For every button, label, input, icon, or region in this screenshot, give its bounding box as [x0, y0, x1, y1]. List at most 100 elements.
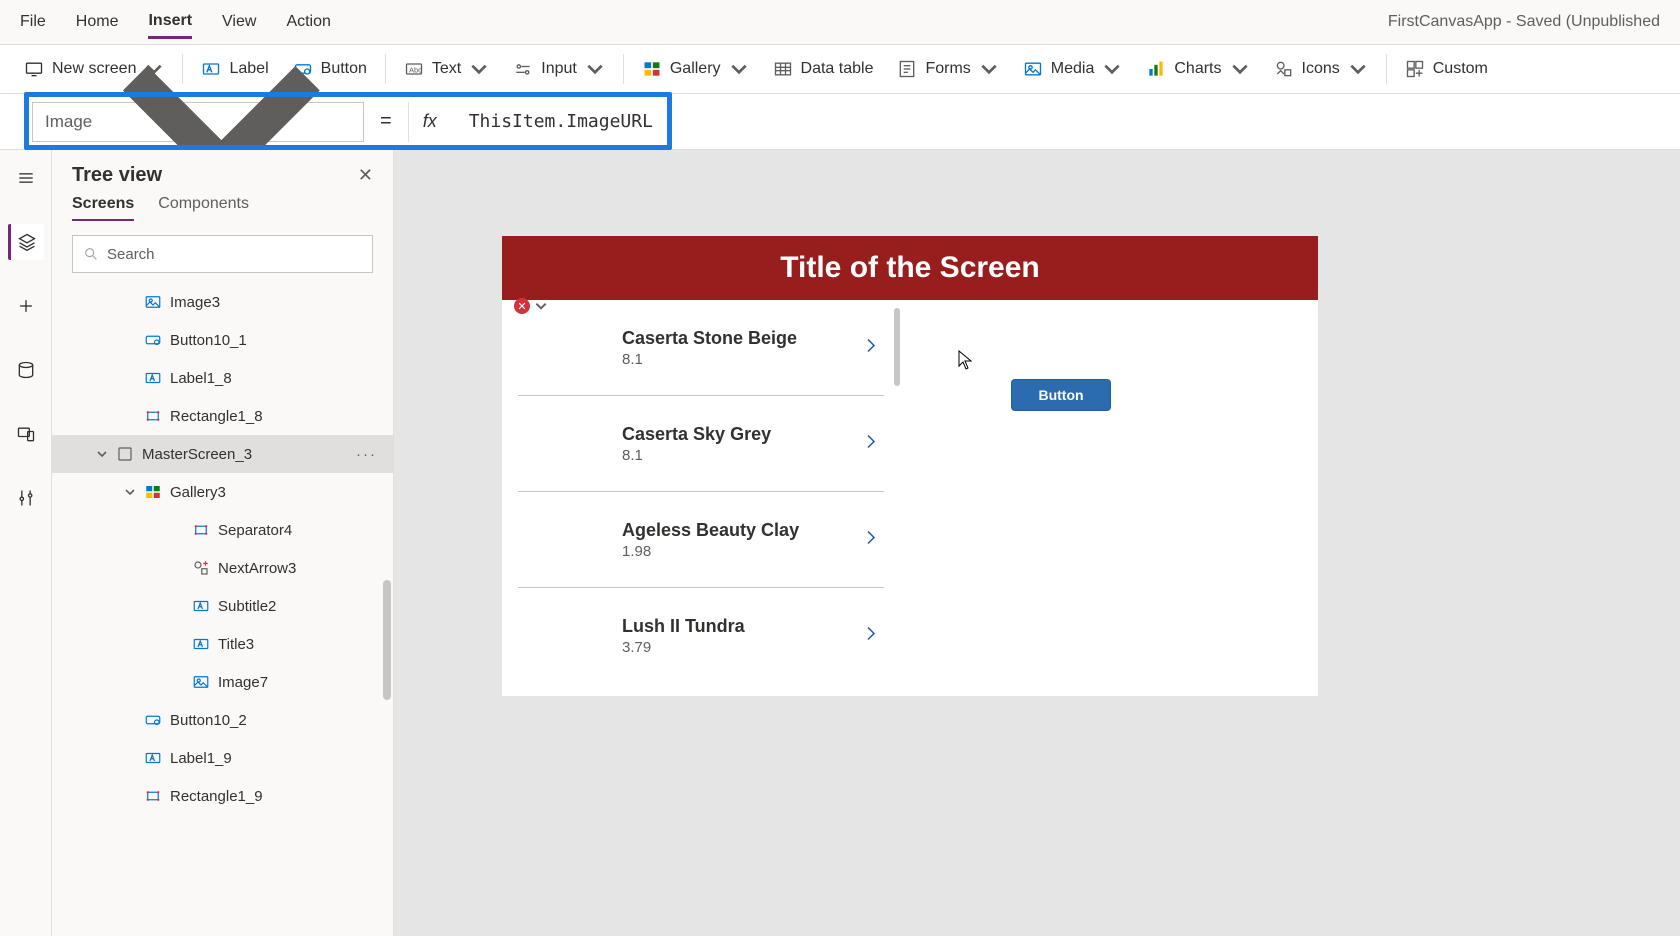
tree-item-nextarrow3[interactable]: NextArrow3 [52, 549, 393, 587]
layers-icon [17, 232, 37, 252]
forms-icon [897, 59, 917, 79]
chevron-down-icon [1348, 59, 1368, 79]
expander-spacer [124, 296, 136, 308]
gallery-icon [642, 59, 662, 79]
charts-label: Charts [1174, 60, 1221, 78]
tree-item-separator4[interactable]: Separator4 [52, 511, 393, 549]
text-label: Text [432, 60, 461, 78]
rail-media-button[interactable] [8, 416, 44, 452]
tree-item-label1_8[interactable]: Label1_8 [52, 359, 393, 397]
tree-list: Image3 Button10_1 Label1_8 Rectangle1_8 Mast… [52, 283, 393, 936]
gallery-button[interactable]: Gallery [630, 53, 761, 85]
next-arrow-button[interactable] [862, 336, 880, 359]
screen-icon [24, 59, 44, 79]
main-area: Tree view ✕ Screens Components Search Im… [0, 150, 1680, 936]
hamburger-icon [16, 168, 36, 188]
more-button[interactable]: ··· [356, 446, 377, 463]
next-arrow-button[interactable] [862, 432, 880, 455]
gallery-item-title: Caserta Stone Beige [622, 328, 797, 349]
screen-title-bar[interactable]: Title of the Screen [502, 236, 1318, 300]
label-icon [192, 597, 210, 615]
expander-spacer [124, 714, 136, 726]
expander-spacer [124, 752, 136, 764]
app-screen[interactable]: Title of the Screen ✕ Caserta Stone Beig… [502, 236, 1318, 696]
canvas-area[interactable]: Title of the Screen ✕ Caserta Stone Beig… [394, 150, 1680, 936]
input-button[interactable]: Input [501, 53, 617, 85]
gallery-row[interactable]: Ageless Beauty Clay1.98 [518, 492, 884, 588]
rail-hamburger-button[interactable] [8, 160, 44, 196]
gallery-item-subtitle: 3.79 [622, 639, 745, 656]
scrollbar-thumb[interactable] [383, 580, 391, 700]
gallery-item-subtitle: 8.1 [622, 351, 797, 368]
next-arrow-button[interactable] [862, 528, 880, 551]
fx-label: fx [423, 111, 437, 132]
rail-add-button[interactable] [8, 288, 44, 324]
button-icon [144, 711, 162, 729]
close-panel-button[interactable]: ✕ [358, 165, 373, 186]
tree-item-title3[interactable]: Title3 [52, 625, 393, 663]
rail-data-button[interactable] [8, 352, 44, 388]
gallery-control[interactable]: ✕ Caserta Stone Beige8.1Caserta Sky Grey… [502, 300, 900, 696]
chevron-down-icon [729, 59, 749, 79]
icons-icon [192, 559, 210, 577]
gallery-row[interactable]: Caserta Stone Beige 8.1 [518, 300, 884, 396]
formula-input[interactable]: ThisItem.ImageURL [457, 102, 1680, 142]
chevron-down-icon[interactable] [124, 486, 136, 498]
tree-item-rectangle1_9[interactable]: Rectangle1_9 [52, 777, 393, 815]
label-icon [192, 635, 210, 653]
chevron-down-icon[interactable] [96, 448, 108, 460]
tree-item-button10_1[interactable]: Button10_1 [52, 321, 393, 359]
label-icon [144, 749, 162, 767]
tree-view-title: Tree view [72, 164, 162, 187]
forms-button[interactable]: Forms [885, 53, 1010, 85]
property-selector[interactable]: Image [32, 102, 364, 142]
expander-spacer [124, 790, 136, 802]
media-icon [1023, 59, 1043, 79]
gallery-scrollbar-thumb[interactable] [894, 308, 900, 386]
rail-tools-button[interactable] [8, 480, 44, 516]
tree-item-image7[interactable]: Image7 [52, 663, 393, 701]
shape-icon [144, 407, 162, 425]
tree-item-rectangle1_8[interactable]: Rectangle1_8 [52, 397, 393, 435]
separator [623, 54, 624, 84]
tree-item-button10_2[interactable]: Button10_2 [52, 701, 393, 739]
tree-tabs: Screens Components [52, 195, 393, 231]
tools-icon [16, 488, 36, 508]
tree-item-label1_9[interactable]: Label1_9 [52, 739, 393, 777]
rail-tree-button[interactable] [8, 224, 44, 260]
gallery-row[interactable]: Lush II Tundra3.79 [518, 588, 884, 684]
chevron-down-icon [1230, 59, 1250, 79]
tree-item-masterscreen_3[interactable]: MasterScreen_3··· [52, 435, 393, 473]
menu-file[interactable]: File [20, 7, 46, 37]
custom-button[interactable]: Custom [1393, 53, 1500, 85]
tab-components[interactable]: Components [158, 195, 249, 221]
next-arrow-button[interactable] [862, 625, 880, 648]
text-button[interactable]: Abc Text [392, 53, 501, 85]
charts-button[interactable]: Charts [1134, 53, 1261, 85]
shape-icon [144, 787, 162, 805]
tree-search-input[interactable]: Search [72, 235, 373, 273]
tree-item-gallery3[interactable]: Gallery3 [52, 473, 393, 511]
plus-icon [16, 296, 36, 316]
canvas-button[interactable]: Button [1012, 380, 1110, 410]
media-button[interactable]: Media [1011, 53, 1135, 85]
screen-icon [116, 445, 134, 463]
expander-spacer [172, 676, 184, 688]
tree-item-label: Rectangle1_8 [170, 408, 263, 425]
icons-button[interactable]: Icons [1262, 53, 1380, 85]
gallery-item-subtitle: 8.1 [622, 447, 771, 464]
expander-spacer [172, 638, 184, 650]
tree-item-label: Button10_1 [170, 332, 247, 349]
data-table-button[interactable]: Data table [761, 53, 886, 85]
chevron-down-icon [1102, 59, 1122, 79]
svg-text:Abc: Abc [409, 65, 422, 74]
gallery-row[interactable]: Caserta Sky Grey8.1 [518, 396, 884, 492]
tree-item-subtitle2[interactable]: Subtitle2 [52, 587, 393, 625]
tree-item-label: Label1_8 [170, 370, 232, 387]
cursor-icon [958, 350, 972, 370]
fx-button[interactable]: fx [408, 102, 457, 142]
tree-item-image3[interactable]: Image3 [52, 283, 393, 321]
formula-bar: Image = fx ThisItem.ImageURL [0, 94, 1680, 150]
tab-screens[interactable]: Screens [72, 195, 134, 221]
expander-spacer [172, 524, 184, 536]
